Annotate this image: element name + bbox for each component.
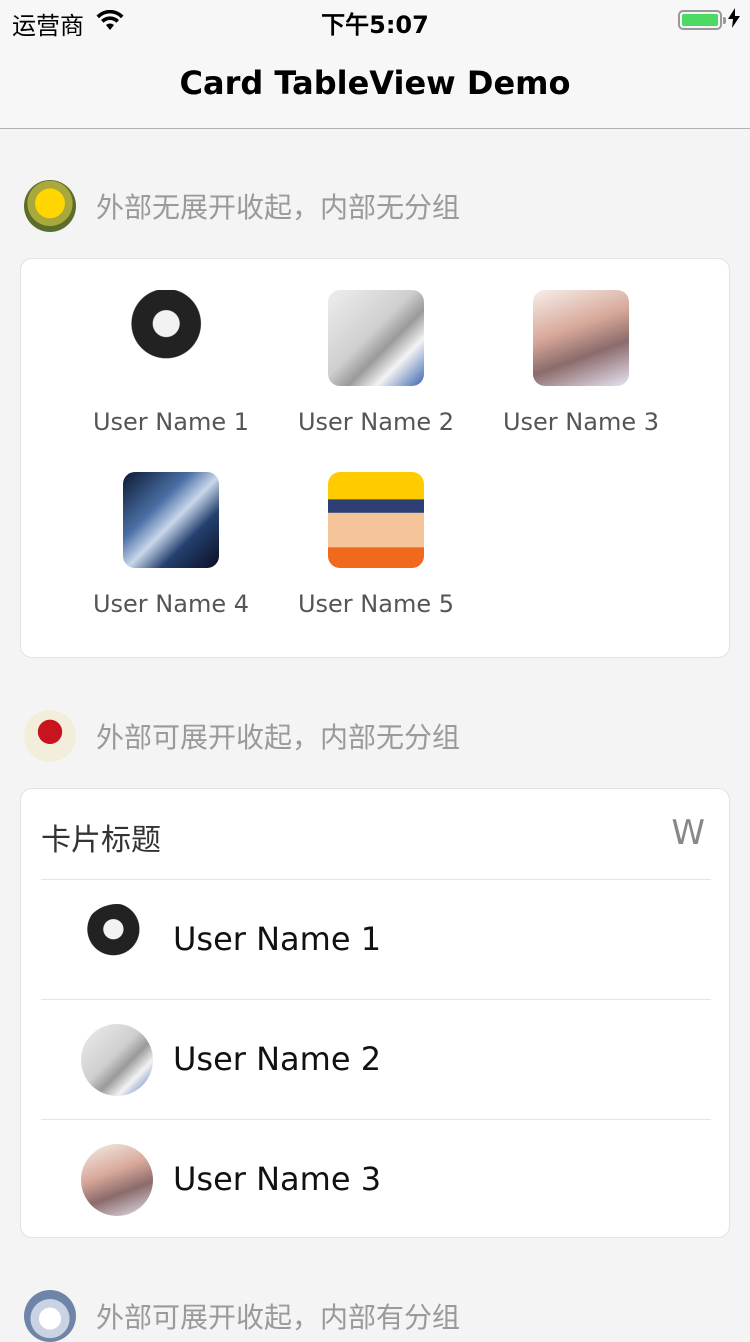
- grid-item-user-4[interactable]: User Name 4: [71, 472, 271, 618]
- nav-title: Card TableView Demo: [179, 64, 571, 102]
- avatar: [328, 472, 424, 568]
- avatar: [123, 472, 219, 568]
- grid-item-user-3[interactable]: User Name 3: [481, 290, 681, 436]
- list-row-user-2[interactable]: User Name 2: [41, 999, 711, 1120]
- avatar: [123, 290, 219, 386]
- avatar: [81, 904, 153, 976]
- status-bar: 运营商 下午5:07: [0, 0, 750, 40]
- grid-item-user-2[interactable]: User Name 2: [276, 290, 476, 436]
- row-label: User Name 3: [173, 1160, 382, 1198]
- card-index-letter[interactable]: W: [671, 813, 705, 853]
- rose-icon: [24, 710, 76, 762]
- grid-item-label: User Name 2: [297, 408, 455, 436]
- battery-icon: [678, 10, 726, 30]
- avatar: [328, 290, 424, 386]
- section-header-3[interactable]: 外部可展开收起，内部有分组: [24, 1290, 460, 1342]
- avatar: [81, 1024, 153, 1096]
- status-time: 下午5:07: [321, 11, 429, 39]
- charging-bolt-icon: [728, 8, 740, 32]
- grid-item-label: User Name 1: [92, 408, 250, 436]
- status-right: [678, 8, 740, 32]
- grid-item-user-1[interactable]: User Name 1: [71, 290, 271, 436]
- dandelion-icon: [24, 180, 76, 232]
- list-row-user-1[interactable]: User Name 1: [41, 879, 711, 1000]
- navigation-bar: Card TableView Demo: [0, 40, 750, 129]
- grid-item-user-5[interactable]: User Name 5: [276, 472, 476, 618]
- grid-item-label: User Name 4: [92, 590, 250, 618]
- section-title-1: 外部无展开收起，内部无分组: [96, 191, 461, 224]
- section-title-3: 外部可展开收起，内部有分组: [96, 1301, 461, 1334]
- avatar: [533, 290, 629, 386]
- row-label: User Name 2: [173, 1040, 382, 1078]
- battery-fill: [682, 14, 718, 26]
- list-row-user-3[interactable]: User Name 3: [41, 1119, 711, 1240]
- section-title-2: 外部可展开收起，内部无分组: [96, 721, 461, 754]
- grid-card: User Name 1 User Name 2 User Name 3 User…: [20, 258, 730, 658]
- section-header-2[interactable]: 外部可展开收起，内部无分组: [24, 710, 460, 762]
- grid-item-label: User Name 5: [297, 590, 455, 618]
- card-title: 卡片标题: [41, 823, 161, 858]
- row-label: User Name 1: [173, 920, 382, 958]
- list-card: 卡片标题 W User Name 1 User Name 2 User Name…: [20, 788, 730, 1238]
- section-header-1[interactable]: 外部无展开收起，内部无分组: [24, 180, 460, 232]
- grid-item-label: User Name 3: [502, 408, 660, 436]
- white-flower-icon: [24, 1290, 76, 1342]
- avatar: [81, 1144, 153, 1216]
